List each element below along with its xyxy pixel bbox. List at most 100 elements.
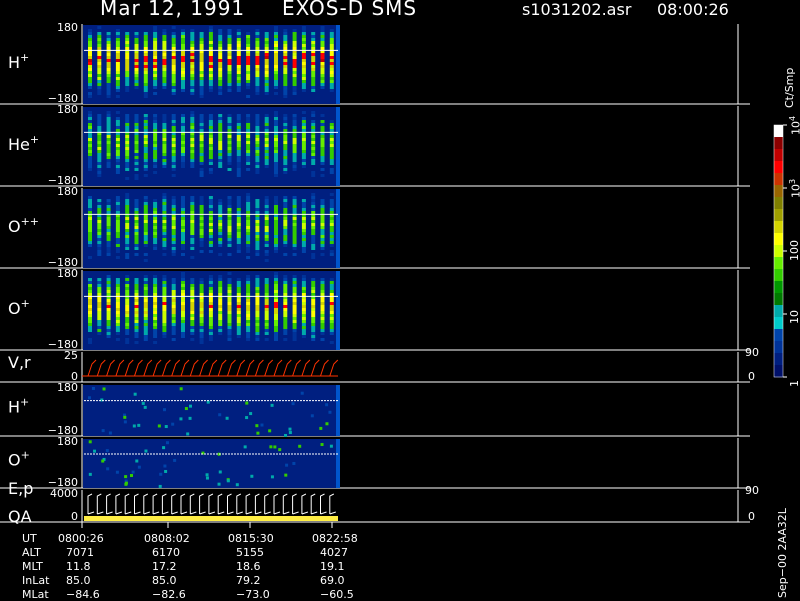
panel-hplus-cell: [320, 41, 325, 44]
panel-oplus-cell: [153, 329, 158, 332]
panel-oplusplus-cell: [190, 196, 195, 199]
panel-oplusplus-cell: [190, 211, 195, 214]
panel-oplusplus-cell: [162, 247, 167, 250]
panel-oplus-cell: [190, 302, 195, 305]
panel-heplus-cell: [301, 126, 306, 129]
panel-oplus2-cell: [106, 467, 110, 471]
panel-hplus-cell: [320, 83, 325, 86]
panel-heplus-cell: [283, 114, 288, 117]
panel-heplus-cell: [264, 138, 269, 141]
panel-hplus-cell: [171, 53, 176, 56]
panel-oplus-cell: [181, 323, 185, 326]
panel-oplus-cell: [153, 278, 158, 281]
panel-hplus-cell: [125, 53, 130, 56]
panel-hplus2-background: [83, 385, 339, 436]
panel-heplus-cell: [115, 126, 120, 129]
panel-hplus-cell: [88, 71, 92, 74]
panel-oplus-cell: [329, 308, 334, 311]
panel-heplus-cell: [292, 120, 297, 123]
panel-oplus-cell: [153, 284, 158, 287]
panel-hplus-cell: [218, 44, 223, 47]
panel-heplus-cell: [246, 150, 251, 153]
panel-heplus-cell: [208, 171, 213, 174]
panel-hplus-cell: [292, 83, 297, 86]
panel-heplus-cell: [246, 144, 251, 147]
panel-hplus-cell: [329, 74, 334, 77]
panel-heplus-cell: [274, 123, 278, 126]
panel-oplus-cell: [106, 329, 111, 332]
panel-oplus-cell: [274, 311, 278, 314]
panel-heplus-cell: [134, 147, 139, 150]
panel-hplus-cell: [190, 62, 195, 65]
panel-vr-sweep: [161, 359, 171, 377]
panel-hplus-cell: [125, 44, 130, 47]
panel-heplus-cell: [88, 141, 92, 144]
panel-heplus-cell: [311, 114, 316, 117]
panel-hplus-cell: [199, 65, 204, 68]
panel-hplus-cell: [208, 65, 213, 68]
panel-hplus2-cell: [133, 392, 137, 396]
panel-oplus-cell: [143, 308, 148, 311]
panel-heplus-cell: [199, 141, 204, 144]
panel-oplus-cell: [292, 278, 297, 281]
panel-hplus-cell: [283, 47, 288, 50]
panel-heplus-cell: [292, 153, 297, 156]
panel-oplus-cell: [236, 311, 241, 314]
panel-hplus-cell: [153, 44, 158, 47]
panel-heplus-cell: [125, 120, 130, 123]
panel-hplus-cell: [292, 68, 297, 71]
panel-hplus2-cell: [184, 407, 188, 411]
panel-heplus-cell: [181, 153, 185, 156]
panel-oplusplus-cell: [190, 256, 195, 259]
panel-oplusplus-cell: [171, 202, 176, 205]
panel-oplusplus-cell: [190, 223, 195, 226]
panel-oplusplus-cell: [125, 241, 130, 244]
panel-oplusplus-cell: [329, 208, 334, 211]
panel-heplus-cell: [190, 150, 195, 153]
panel-oplusplus-cell: [143, 229, 148, 232]
panel-hplus-cell: [125, 74, 130, 77]
panel-heplus-cell: [292, 156, 297, 159]
panel-oplus-cell: [311, 329, 316, 332]
panel-oplus-cell: [255, 287, 260, 290]
panel-oplus-cell: [311, 305, 316, 308]
panel-oplus-cell: [199, 317, 204, 320]
panel-oplusplus-cell: [329, 217, 334, 220]
panel-hplus-cell: [311, 86, 316, 89]
panel-hplus-cell: [227, 56, 232, 59]
panel-hplus-cell: [88, 32, 92, 35]
orbit-cell: 0815:30: [228, 532, 274, 545]
panel-oplus-cell: [162, 287, 167, 290]
panel-oplusplus-cell: [171, 232, 176, 235]
panel-ep-label: E,p: [8, 479, 33, 498]
panel-oplus-cell: [125, 338, 130, 341]
panel-oplusplus-cell: [246, 238, 251, 241]
panel-hplus-cell: [181, 35, 185, 38]
panel-oplusplus-cell: [311, 199, 316, 202]
panel-hplus-cell: [115, 95, 120, 98]
panel-oplusplus-cell: [274, 202, 278, 205]
panel-oplus-cell: [162, 305, 167, 308]
panel-oplusplus-cell: [320, 241, 325, 244]
panel-hplus-cell: [181, 71, 185, 74]
panel-oplusplus-cell: [162, 244, 167, 247]
panel-heplus-cell: [218, 156, 223, 159]
panel-hplus-cell: [97, 44, 102, 47]
panel-oplus-cell: [292, 293, 297, 296]
panel-hplus2-cell: [255, 424, 259, 428]
panel-hplus-cell: [162, 62, 167, 65]
panel-oplus-cell: [162, 281, 167, 284]
panel-hplus-cell: [153, 35, 158, 38]
panel-oplus-cell: [311, 299, 316, 302]
panel-heplus-cell: [134, 162, 139, 165]
panel-heplus-cell: [283, 144, 288, 147]
panel-hplus-cell: [134, 53, 139, 56]
panel-oplus-cell: [283, 281, 288, 284]
panel-hplus-cell: [199, 56, 204, 59]
panel-hplus-cell: [125, 83, 130, 86]
panel-oplus-cell: [320, 314, 325, 317]
panel-oplus-cell: [236, 308, 241, 311]
panel-oplus-cell: [199, 299, 204, 302]
panel-ep-tick: [143, 511, 150, 515]
panel-oplusplus-cell: [227, 244, 232, 247]
